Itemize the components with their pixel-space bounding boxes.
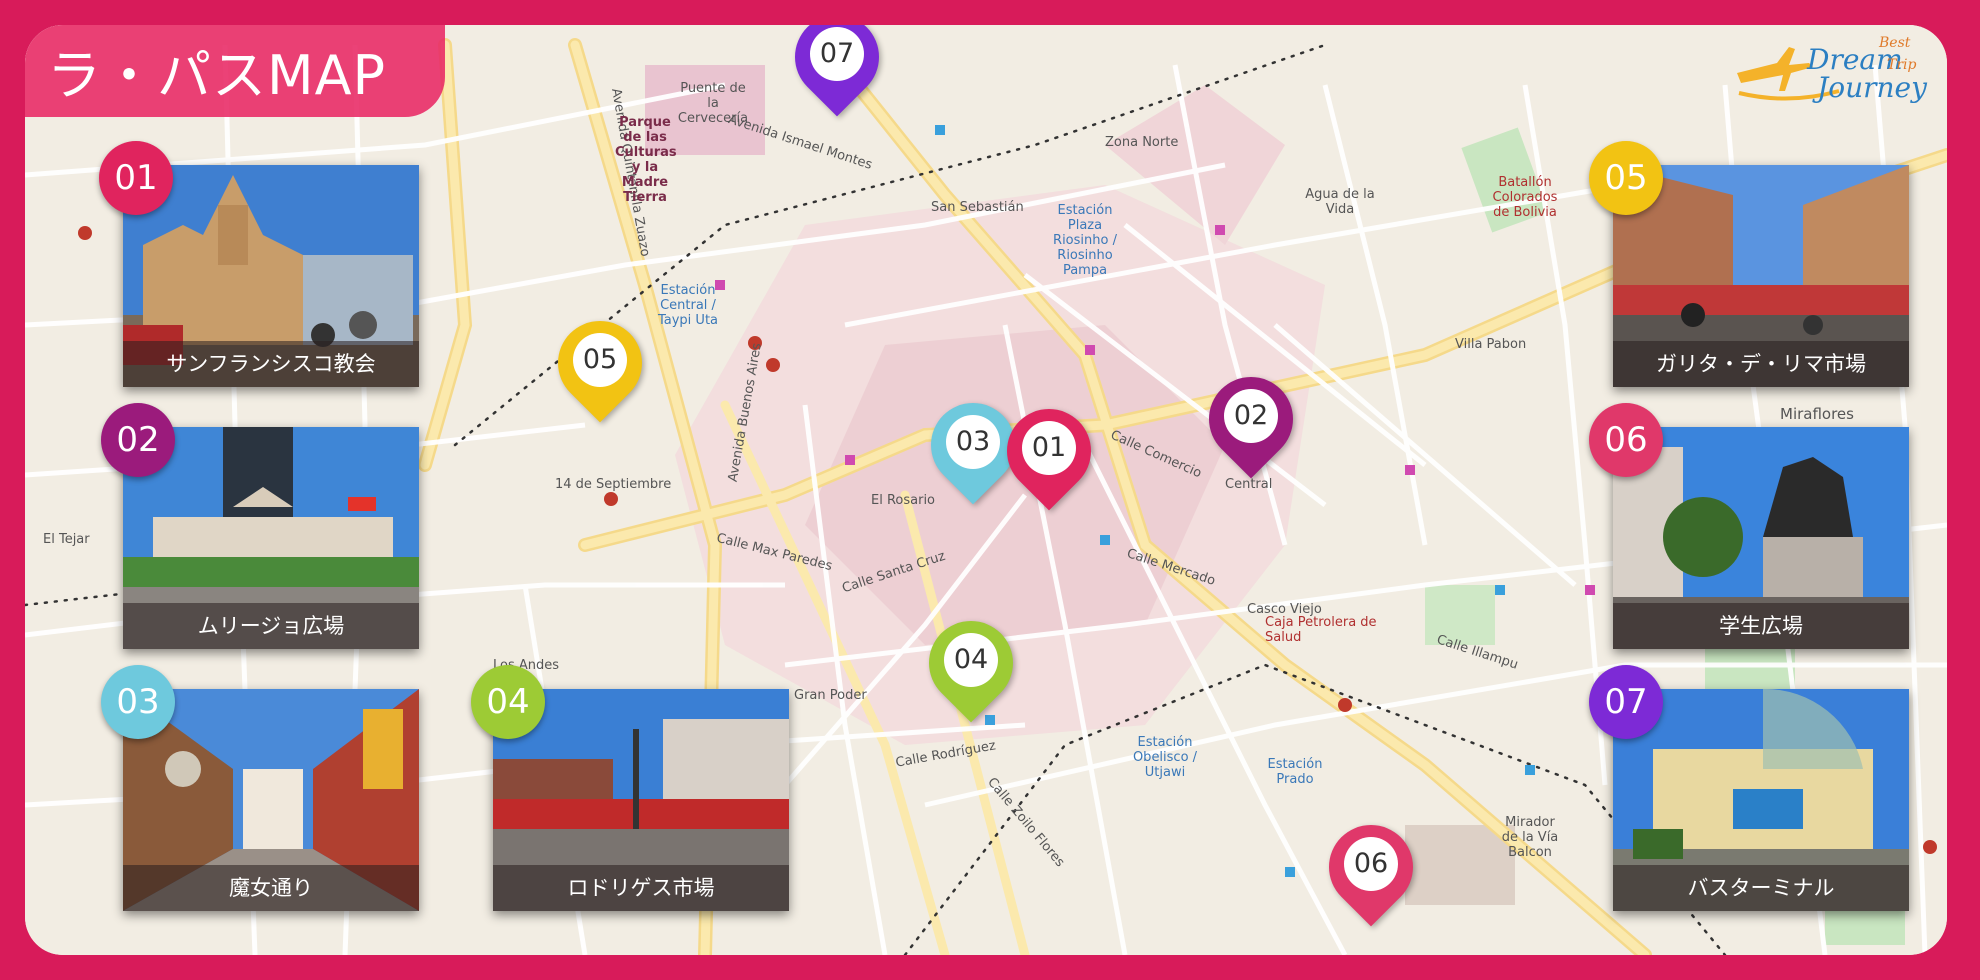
card-caption: ガリタ・デ・リマ市場 (1613, 341, 1909, 387)
map-label: Puente de la Cervecería (677, 81, 749, 126)
map-label: El Rosario (871, 493, 936, 508)
number-badge-03: 03 (101, 665, 175, 739)
number-badge-06: 06 (1589, 403, 1663, 477)
map-label: Estación Central / Taypi Uta (657, 283, 719, 328)
title-banner: ラ・パスMAP (25, 25, 445, 117)
card-caption: バスターミナル (1613, 865, 1909, 911)
map-pin-07[interactable]: 07 (777, 25, 897, 119)
map-label: San Sebastián (931, 200, 1024, 215)
map-pin-01[interactable]: 01 (989, 391, 1109, 513)
map-pin-03[interactable]: 03 (913, 385, 1033, 507)
map-frame: Zona Norte San Sebastián Agua de la Vida… (25, 25, 1947, 955)
map-label: Gran Poder (794, 688, 867, 703)
map-label: Estación Prado (1267, 757, 1323, 787)
map-label: Villa Pabon (1455, 337, 1527, 352)
map-label: Zona Norte (1105, 135, 1179, 150)
map-label: Miraflores (1780, 405, 1854, 423)
number-badge-07: 07 (1589, 665, 1663, 739)
card-caption: ロドリゲス市場 (493, 865, 789, 911)
map-label: Estación Plaza Riosinho / Riosinho Pampa (1053, 203, 1117, 278)
card-caption: サンフランシスコ教会 (123, 341, 419, 387)
photo-card-01[interactable]: サンフランシスコ教会 (123, 165, 419, 387)
number-badge-05: 05 (1589, 141, 1663, 215)
map-pin-05[interactable]: 05 (540, 303, 660, 425)
map-label: Estación Obelisco / Utjawi (1132, 735, 1198, 780)
brand-logo: Best Dream Trip Journey (1729, 33, 1929, 107)
map-label: Caja Petrolera de Salud (1265, 615, 1377, 645)
map-label: Mirador de la Vía Balcon (1501, 815, 1559, 860)
card-caption: 学生広場 (1613, 603, 1909, 649)
number-badge-01: 01 (99, 141, 173, 215)
card-caption: ムリージョ広場 (123, 603, 419, 649)
map-pin-02[interactable]: 02 (1191, 359, 1311, 481)
logo-text: Journey (1817, 71, 1927, 104)
page-title: ラ・パスMAP (47, 44, 387, 107)
photo-card-05[interactable]: ガリタ・デ・リマ市場 (1613, 165, 1909, 387)
card-caption: 魔女通り (123, 865, 419, 911)
number-badge-04: 04 (471, 665, 545, 739)
photo-card-07[interactable]: バスターミナル (1613, 689, 1909, 911)
map-label: 14 de Septiembre (555, 477, 672, 492)
map-label: El Tejar (43, 532, 90, 547)
number-badge-02: 02 (101, 403, 175, 477)
map-label: Batallón Colorados de Bolivia (1492, 175, 1558, 220)
map-pin-04[interactable]: 04 (911, 603, 1031, 725)
map-label: Parque de las Culturas y la Madre Tierra (615, 115, 677, 205)
photo-card-06[interactable]: 学生広場 (1613, 427, 1909, 649)
map-label: Agua de la Vida (1305, 187, 1375, 217)
map-pin-06[interactable]: 06 (1311, 807, 1431, 929)
